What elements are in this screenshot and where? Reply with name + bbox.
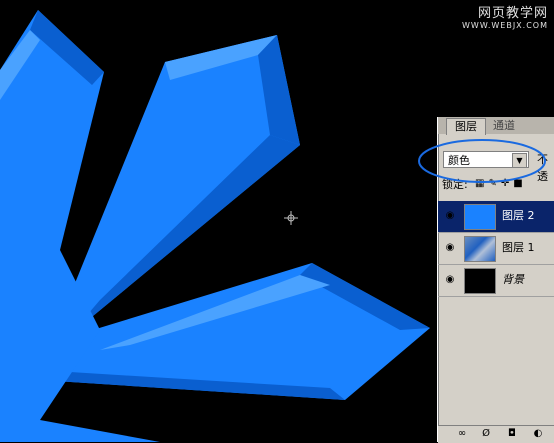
blue-crystal-shape — [0, 10, 430, 442]
brush-lock-icon[interactable]: ✎ — [488, 178, 500, 189]
mask-icon[interactable]: ◘ — [504, 426, 520, 442]
layer-row-background[interactable]: ◉ 背景 — [438, 265, 554, 297]
transparency-lock-icon[interactable]: ▦ — [475, 178, 488, 189]
blend-mode-value: 颜色 — [448, 154, 470, 167]
opacity-label: 不透 — [537, 153, 548, 183]
watermark-title: 网页教学网 — [477, 6, 548, 21]
tab-channels[interactable]: 通道 — [485, 118, 523, 134]
move-lock-icon[interactable]: ✛ — [501, 178, 513, 189]
layer-row-1[interactable]: ◉ 图层 1 — [438, 233, 554, 265]
padlock-icon[interactable]: ■ — [513, 178, 526, 189]
eye-icon[interactable]: ◉ — [442, 241, 458, 255]
layer-thumbnail — [464, 268, 496, 294]
eye-icon[interactable]: ◉ — [442, 209, 458, 223]
layer-name: 背景 — [502, 273, 524, 286]
lock-icons: ▦✎✛■ — [475, 178, 527, 189]
lock-label: 锁定: — [442, 178, 468, 191]
layer-name: 图层 1 — [502, 241, 535, 254]
layer-thumbnail — [464, 204, 496, 230]
crosshair-cursor-icon — [284, 211, 298, 225]
layer-name: 图层 2 — [502, 209, 535, 222]
layers-panel: 图层 通道 颜色 ▼ 不透 锁定: ▦✎✛■ ◉ 图层 2 ◉ 图层 1 ◉ 背… — [437, 117, 554, 443]
layer-thumbnail — [464, 236, 496, 262]
layer-row-2[interactable]: ◉ 图层 2 — [438, 201, 554, 233]
panel-bottom-bar: ∞ Ø ◘ ◐ — [438, 425, 554, 443]
panel-tabs: 图层 通道 — [438, 117, 554, 135]
tab-layers[interactable]: 图层 — [446, 118, 486, 135]
link-icon[interactable]: ∞ — [454, 426, 470, 442]
chevron-down-icon[interactable]: ▼ — [512, 153, 527, 168]
style-icon[interactable]: Ø — [478, 426, 494, 442]
watermark-url: WWW.WEBJX.COM — [462, 21, 548, 30]
watermark-logo: 网页教学网 WWW.WEBJX.COM — [462, 6, 548, 31]
blend-mode-select[interactable]: 颜色 ▼ — [443, 151, 529, 168]
adjustment-icon[interactable]: ◐ — [530, 426, 546, 442]
eye-icon[interactable]: ◉ — [442, 273, 458, 287]
